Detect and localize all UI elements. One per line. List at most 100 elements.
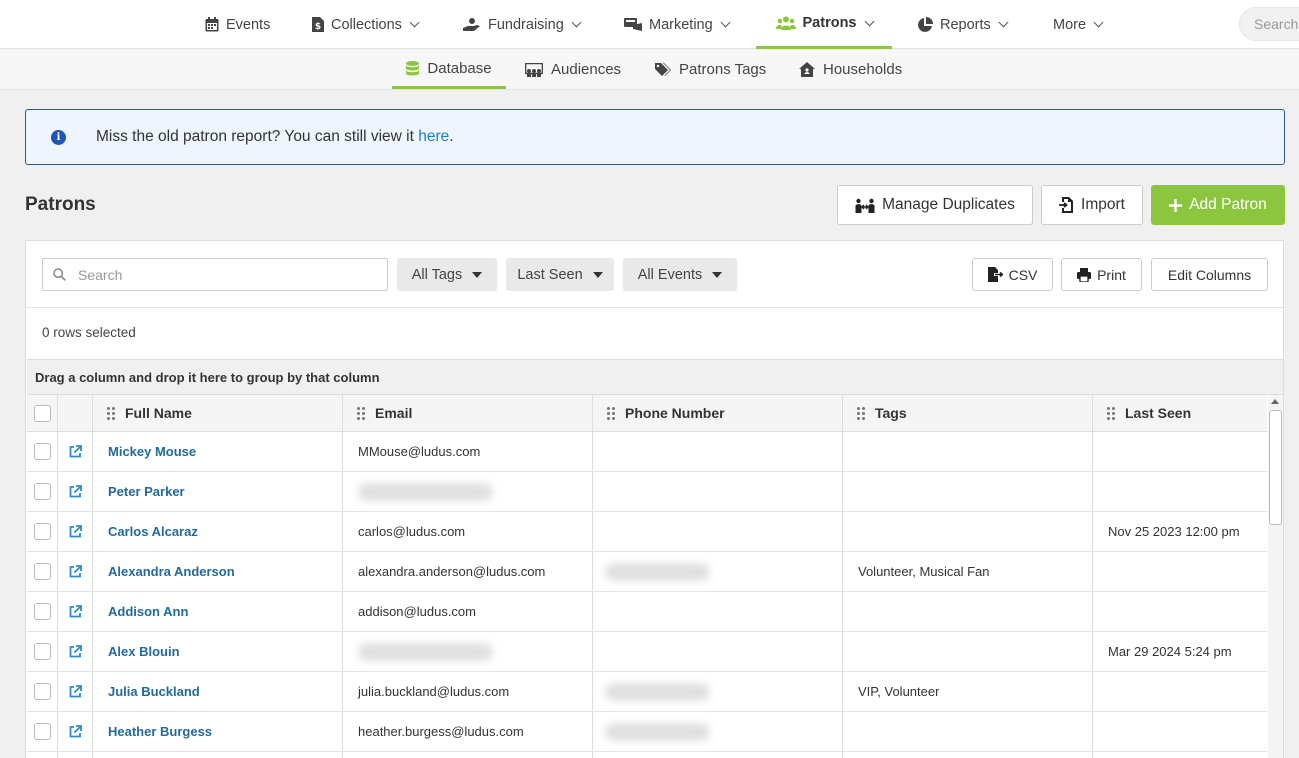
redacted-email [358, 482, 493, 501]
svg-text:$: $ [315, 22, 321, 32]
search-placeholder: Search [78, 266, 123, 283]
print-button[interactable]: Print [1061, 258, 1142, 291]
table-row[interactable]: Mickey Mouse MMouse@ludus.com [27, 432, 1267, 472]
database-icon [406, 60, 420, 75]
email-text: addison@ludus.com [358, 604, 476, 619]
nav-collections[interactable]: $ Collections [312, 0, 420, 49]
patron-name-link[interactable]: Carlos Alcaraz [108, 524, 198, 539]
nav-patrons[interactable]: Patrons [756, 0, 892, 49]
column-header-phone-number[interactable]: Phone Number [593, 395, 843, 431]
row-checkbox[interactable] [33, 723, 51, 740]
external-link-icon[interactable] [69, 525, 82, 538]
nav-label: Reports [940, 16, 991, 33]
phone-cell [593, 432, 843, 471]
last-seen-text: Nov 25 2023 12:00 pm [1108, 524, 1240, 539]
chevron-down-icon [571, 17, 582, 28]
alert-link[interactable]: here [418, 128, 449, 145]
grid-scrollbar[interactable] [1268, 395, 1283, 758]
subnav-audiences[interactable]: Audiences [525, 50, 621, 89]
row-checkbox[interactable] [33, 683, 51, 700]
column-header-tags[interactable]: Tags [843, 395, 1093, 431]
tags-cell: VIP, Volunteer [843, 672, 1093, 711]
column-header-full-name[interactable]: Full Name [93, 395, 343, 431]
button-label: CSV [1008, 266, 1038, 283]
patron-name-link[interactable]: Alexandra Anderson [108, 564, 235, 579]
search-icon [53, 268, 66, 281]
phone-cell [593, 552, 843, 591]
scrollbar-thumb[interactable] [1269, 410, 1282, 525]
row-checkbox[interactable] [33, 563, 51, 580]
column-header-last-seen[interactable]: Last Seen [1093, 395, 1267, 431]
full-name-cell: Alexandra Anderson [93, 552, 343, 591]
drag-handle-icon[interactable] [857, 406, 865, 420]
last-seen-dropdown[interactable]: Last Seen [506, 258, 614, 291]
patron-name-link[interactable]: Mickey Mouse [108, 444, 196, 459]
house-icon [799, 62, 815, 77]
top-nav: Events $ Collections Fundraising Marketi… [0, 0, 1299, 49]
button-label: Manage Duplicates [882, 196, 1015, 213]
drag-handle-icon[interactable] [357, 406, 365, 420]
full-name-cell: Peter Parker [93, 472, 343, 511]
table-row[interactable]: Carlos Alcaraz carlos@ludus.com Nov 25 202… [27, 512, 1267, 552]
caret-down-icon [592, 271, 603, 278]
full-name-cell: Carlos Alcaraz [93, 512, 343, 551]
select-cell [27, 432, 58, 471]
patron-name-link[interactable]: Alex Blouin [108, 644, 180, 659]
table-row[interactable]: Peter Parker [27, 472, 1267, 512]
last-seen-cell [1093, 712, 1267, 751]
row-checkbox[interactable] [33, 643, 51, 660]
drag-handle-icon[interactable] [1107, 406, 1115, 420]
nav-fundraising[interactable]: Fundraising [463, 0, 582, 49]
drag-handle-icon[interactable] [107, 406, 115, 420]
all-tags-dropdown[interactable]: All Tags [397, 258, 497, 291]
table-row[interactable] [27, 752, 1267, 758]
redacted-phone [605, 562, 710, 581]
csv-export-button[interactable]: CSV [972, 258, 1053, 291]
nav-label: More [1053, 16, 1087, 33]
external-link-icon[interactable] [69, 645, 82, 658]
drag-handle-icon[interactable] [607, 406, 615, 420]
table-row[interactable]: Addison Ann addison@ludus.com [27, 592, 1267, 632]
sub-nav: Database Audiences Patrons Tags Househol… [0, 50, 1299, 90]
external-link-icon[interactable] [69, 685, 82, 698]
group-by-panel[interactable]: Drag a column and drop it here to group … [27, 359, 1283, 395]
table-row[interactable]: Heather Burgess heather.burgess@ludus.com [27, 712, 1267, 752]
all-events-dropdown[interactable]: All Events [623, 258, 737, 291]
manage-duplicates-button[interactable]: Manage Duplicates [837, 185, 1033, 225]
external-link-icon[interactable] [69, 445, 82, 458]
grid-search-input[interactable]: Search [42, 258, 388, 291]
column-header-email[interactable]: Email [343, 395, 593, 431]
row-checkbox[interactable] [33, 603, 51, 620]
table-row[interactable]: Julia Buckland julia.buckland@ludus.com VI… [27, 672, 1267, 712]
patron-name-link[interactable]: Julia Buckland [108, 684, 200, 699]
nav-marketing[interactable]: Marketing [624, 0, 731, 49]
external-link-icon[interactable] [69, 605, 82, 618]
subnav-database[interactable]: Database [392, 50, 506, 89]
subnav-patrons-tags[interactable]: Patrons Tags [655, 50, 766, 89]
select-cell [27, 472, 58, 511]
patron-name-link[interactable]: Peter Parker [108, 484, 185, 499]
import-button[interactable]: Import [1041, 185, 1143, 225]
table-row[interactable]: Alexandra Anderson alexandra.anderson@lud… [27, 552, 1267, 592]
tags-cell [843, 512, 1093, 551]
nav-events[interactable]: Events [205, 0, 270, 49]
patron-name-link[interactable]: Heather Burgess [108, 724, 212, 739]
external-link-icon[interactable] [69, 565, 82, 578]
caret-down-icon [472, 271, 483, 278]
row-checkbox[interactable] [33, 443, 51, 460]
row-checkbox[interactable] [33, 523, 51, 540]
nav-more[interactable]: More [1053, 0, 1104, 49]
scroll-up-arrow-icon[interactable] [1271, 399, 1279, 404]
nav-reports[interactable]: Reports [917, 0, 1009, 49]
global-search-input[interactable]: Search [1239, 7, 1299, 41]
external-link-icon[interactable] [69, 725, 82, 738]
subnav-households[interactable]: Households [799, 50, 902, 89]
patron-name-link[interactable]: Addison Ann [108, 604, 188, 619]
add-patron-button[interactable]: Add Patron [1151, 185, 1285, 225]
table-row[interactable]: Alex Blouin Mar 29 2024 5:24 pm [27, 632, 1267, 672]
last-seen-text: Mar 29 2024 5:24 pm [1108, 644, 1232, 659]
external-link-icon[interactable] [69, 485, 82, 498]
edit-columns-button[interactable]: Edit Columns [1151, 258, 1268, 291]
select-all-checkbox[interactable] [33, 404, 51, 422]
row-checkbox[interactable] [33, 483, 51, 500]
